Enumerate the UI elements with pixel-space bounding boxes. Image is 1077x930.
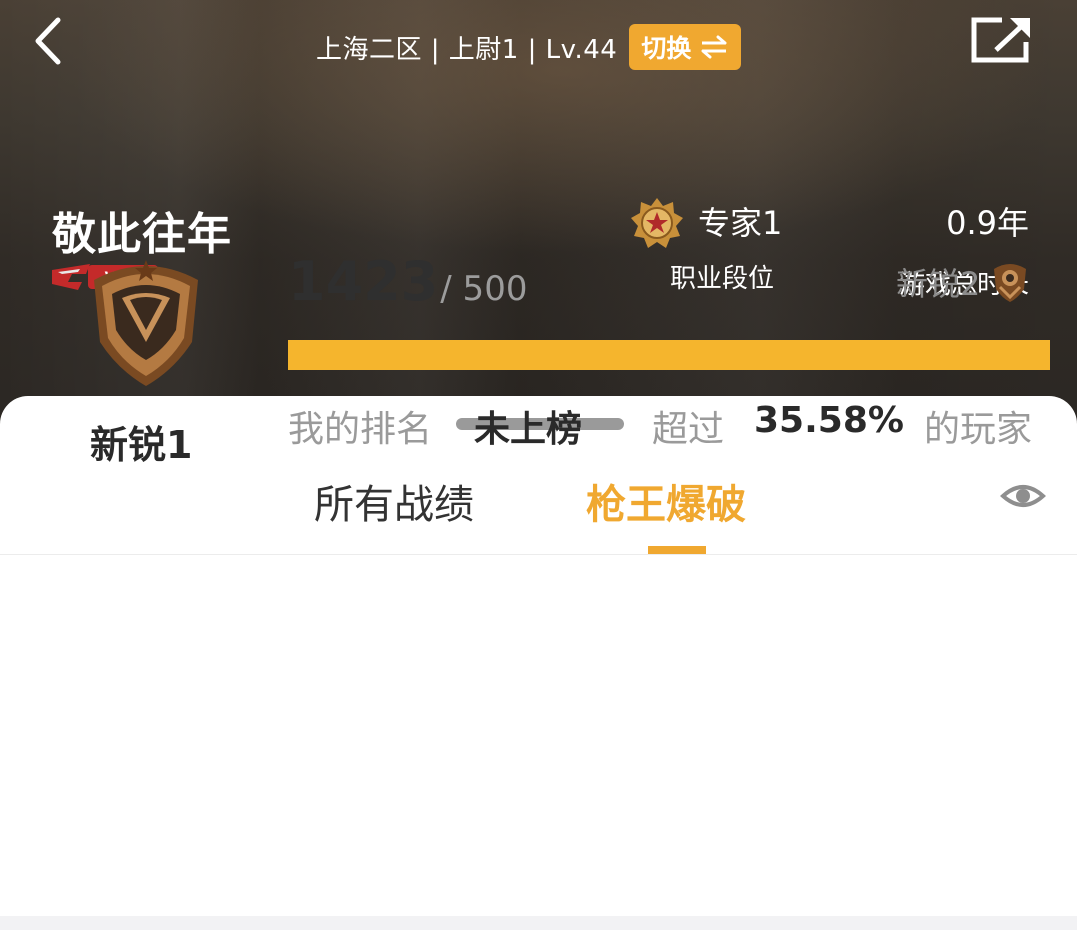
exceed-label: 超过: [652, 409, 725, 450]
rank-emblem-icon: [94, 260, 198, 386]
next-rank: 新锐2: [896, 260, 1030, 304]
score-target: / 500: [440, 269, 528, 309]
exceed-suffix: 的玩家: [924, 409, 1033, 450]
ranking-label: 我的排名: [288, 409, 433, 450]
rank-score: 1423/ 500: [288, 250, 527, 313]
chevron-left-icon: [35, 17, 61, 65]
record-tabs: 所有战绩 枪王爆破: [0, 466, 1077, 554]
score-current: 1423: [288, 250, 439, 313]
record-sheet: 所有战绩 枪王爆破: [0, 396, 1077, 916]
switch-label: 切换: [641, 34, 692, 63]
switch-account-button[interactable]: 切换: [629, 24, 742, 70]
active-tab-indicator: [648, 546, 706, 554]
expert-rank-medal-icon: [631, 198, 683, 248]
career-rank-value: 专家1: [698, 204, 783, 242]
eye-icon: [1000, 485, 1046, 507]
player-name: 敬此往年: [52, 209, 232, 260]
share-external-icon: [971, 17, 1030, 63]
next-rank-label: 新锐2: [896, 265, 981, 303]
tab-sniper-defuse[interactable]: 枪王爆破: [586, 472, 746, 530]
swap-arrows-icon: [701, 35, 727, 59]
visibility-toggle-button[interactable]: [1000, 476, 1046, 516]
next-rank-emblem-icon: [994, 264, 1027, 302]
server-rank-level: 上海二区 | 上尉1 | Lv.44: [316, 34, 618, 65]
current-rank-name: 新锐1: [90, 423, 193, 467]
rank-progress-fill: [288, 340, 1050, 370]
play-time-value: 0.9年: [946, 204, 1029, 242]
bottom-gap: [0, 916, 1077, 930]
share-button[interactable]: [968, 14, 1034, 66]
career-rank-stat: 专家1 职业段位: [630, 196, 790, 296]
back-button[interactable]: [26, 16, 70, 66]
ranking-value: 未上榜: [474, 409, 583, 450]
rank-progress-bar: [288, 340, 1050, 370]
exceed-percent: 35.58%: [754, 400, 904, 441]
tab-all-records[interactable]: 所有战绩: [314, 472, 474, 530]
career-rank-label: 职业段位: [670, 264, 775, 294]
tab-divider: [0, 554, 1077, 555]
ranking-summary: 我的排名 未上榜 超过 35.58% 的玩家: [288, 396, 1058, 450]
account-info: 上海二区 | 上尉1 | Lv.44 切换: [316, 24, 742, 70]
